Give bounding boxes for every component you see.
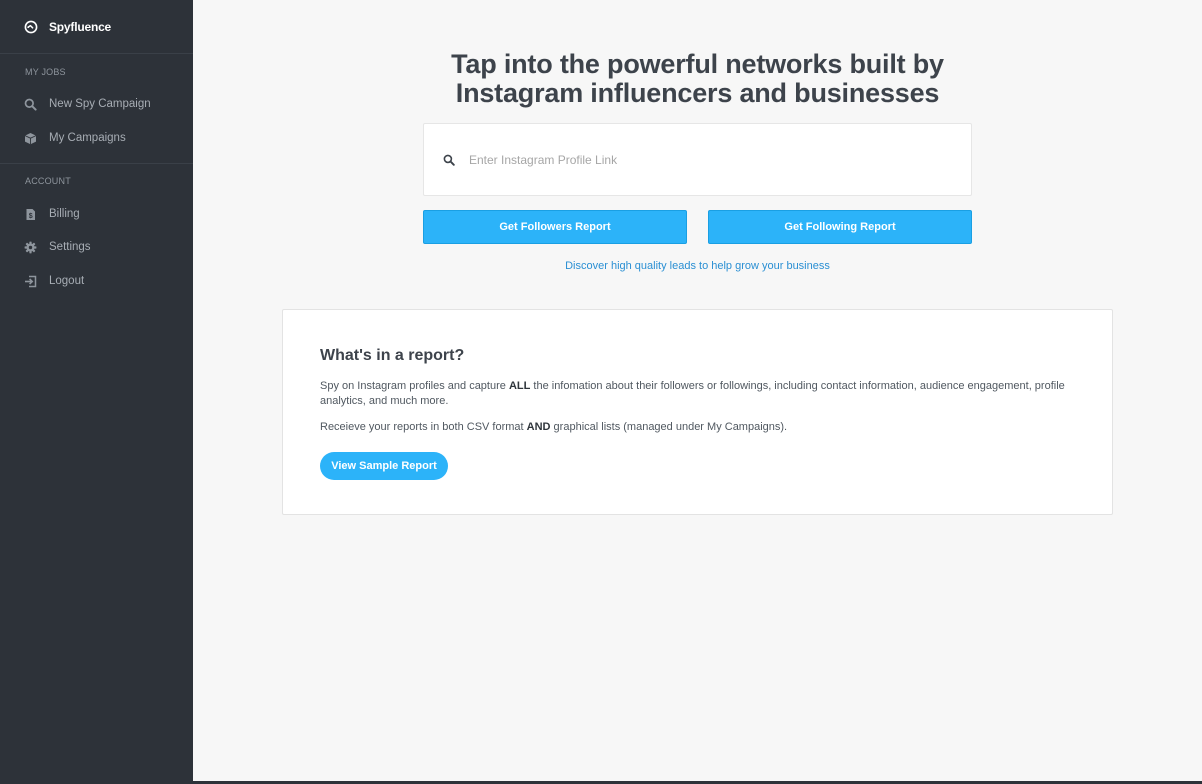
view-sample-report-button[interactable]: View Sample Report [320, 452, 448, 480]
card-paragraph-2: Receieve your reports in both CSV format… [320, 421, 788, 433]
sidebar-item-new-spy-campaign[interactable]: New Spy Campaign [0, 90, 193, 118]
sidebar-item-billing[interactable]: $ Billing [0, 200, 193, 228]
get-followers-report-button[interactable]: Get Followers Report [423, 210, 687, 244]
spyfluence-logo-icon [24, 20, 38, 34]
sidebar-item-settings[interactable]: Settings [0, 233, 193, 261]
brand[interactable]: Spyfluence [0, 0, 193, 54]
sidebar-item-label: My Campaigns [49, 132, 126, 144]
sidebar-item-label: Billing [49, 208, 80, 220]
logout-icon [24, 275, 37, 288]
brand-name: Spyfluence [49, 19, 112, 34]
app-root: Spyfluence MY JOBS New Spy Campaign My C… [0, 0, 1202, 784]
sidebar-divider [0, 163, 193, 164]
section-label-my-jobs: MY JOBS [25, 67, 66, 77]
search-icon [24, 98, 37, 111]
get-following-report-button[interactable]: Get Following Report [708, 210, 972, 244]
cube-icon [24, 132, 37, 145]
hero-title-line-2: Instagram influencers and businesses [455, 78, 940, 108]
invoice-icon: $ [24, 208, 37, 221]
sidebar-item-my-campaigns[interactable]: My Campaigns [0, 124, 193, 152]
discover-leads-link[interactable]: Discover high quality leads to help grow… [193, 260, 1202, 272]
section-label-account: ACCOUNT [25, 176, 71, 186]
sidebar-item-label: Settings [49, 241, 91, 253]
svg-text:$: $ [29, 213, 33, 220]
sidebar-item-label: Logout [49, 275, 85, 287]
search-box [423, 123, 972, 196]
card-paragraph-1: Spy on Instagram profiles and capture AL… [320, 380, 1065, 407]
card-title: What's in a report? [320, 347, 465, 364]
sidebar-item-label: New Spy Campaign [49, 98, 151, 110]
main-content: Tap into the powerful networks built by … [193, 0, 1202, 784]
search-icon [443, 154, 455, 166]
report-info-card: What's in a report? Spy on Instagram pro… [282, 309, 1113, 515]
hero-title: Tap into the powerful networks built by … [193, 50, 1202, 108]
hero-title-line-1: Tap into the powerful networks built by [451, 49, 944, 79]
gear-icon [24, 241, 37, 254]
sidebar-item-logout[interactable]: Logout [0, 267, 193, 295]
sidebar: Spyfluence MY JOBS New Spy Campaign My C… [0, 0, 193, 784]
instagram-profile-link-input[interactable] [469, 152, 949, 167]
